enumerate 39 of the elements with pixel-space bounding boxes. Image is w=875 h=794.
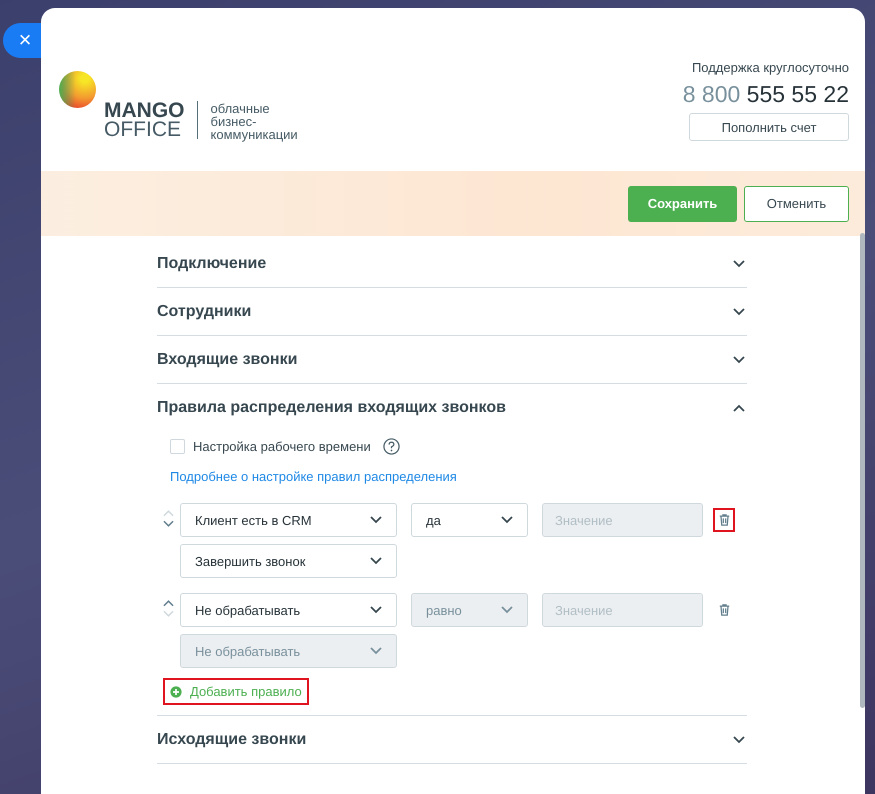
field-dropdown[interactable]: Клиент есть в CRM <box>180 503 397 537</box>
logo-tagline: облачные бизнес-коммуникации <box>210 102 299 141</box>
chevron-icon <box>370 606 382 614</box>
help-icon[interactable] <box>382 438 400 454</box>
scrollbar[interactable] <box>860 233 865 708</box>
trash-icon <box>718 603 730 617</box>
section-title[interactable]: Сотрудники <box>157 302 252 320</box>
section-title[interactable]: Подключение <box>157 254 266 272</box>
chevron-icon[interactable] <box>733 308 745 316</box>
plus-circle-icon <box>170 686 182 698</box>
field-dropdown[interactable]: Не обрабатывать <box>180 593 397 627</box>
chevron-icon[interactable] <box>733 260 745 268</box>
phone-number: 8 800 555 55 22 <box>682 81 849 108</box>
checkbox-label: Настройка рабочего времени <box>193 438 371 454</box>
chevron-icon[interactable] <box>733 404 745 412</box>
trash-icon <box>718 513 730 527</box>
section-title[interactable]: Входящие звонки <box>157 350 298 368</box>
logo-wordmark: MANGO OFFICE <box>104 101 198 139</box>
section-title[interactable]: Правила распределения входящих звонков <box>157 398 506 416</box>
logo-icon <box>59 71 96 108</box>
move-down-icon[interactable] <box>163 520 174 527</box>
support-label: Поддержка круглосуточно <box>692 60 849 75</box>
operator-dropdown[interactable]: да <box>411 503 528 537</box>
close-button[interactable]: × <box>3 23 43 58</box>
cancel-button[interactable]: Отменить <box>744 186 849 222</box>
chevron-icon[interactable] <box>733 736 745 744</box>
help-link[interactable]: Подробнее о настройке правил распределения <box>170 469 457 484</box>
chevron-icon <box>501 606 513 614</box>
move-up-icon[interactable] <box>163 600 174 607</box>
chevron-icon <box>370 647 382 655</box>
section-title[interactable]: Исходящие звонки <box>157 730 306 748</box>
chevron-icon <box>370 516 382 524</box>
chevron-icon[interactable] <box>733 356 745 364</box>
checkbox[interactable] <box>170 438 185 454</box>
chevron-icon <box>370 557 382 565</box>
delete-button[interactable] <box>713 508 735 532</box>
top-up-button[interactable]: Пополнить счет <box>689 113 849 141</box>
action-dropdown[interactable]: Завершить звонок <box>180 544 397 578</box>
chevron-icon <box>501 516 513 524</box>
